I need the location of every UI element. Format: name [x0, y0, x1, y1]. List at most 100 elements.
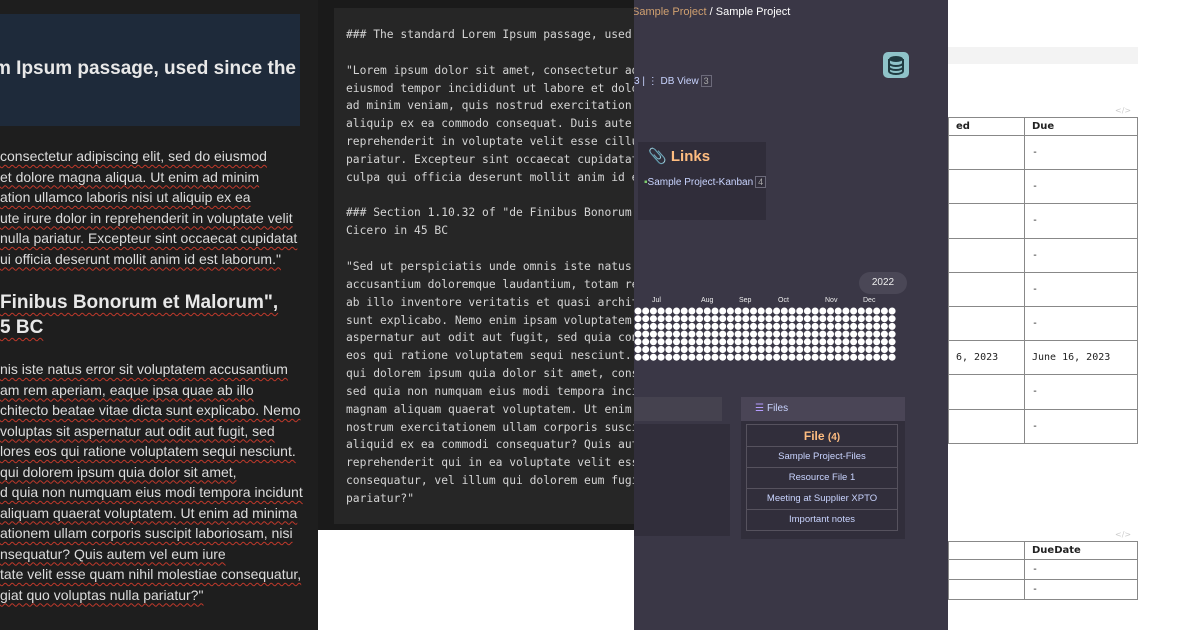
heatmap-day[interactable] [834, 307, 842, 315]
table-cell[interactable] [948, 169, 1025, 205]
files-header[interactable]: ☰ Files [741, 397, 905, 421]
code-icon[interactable]: </> [1115, 106, 1131, 115]
table-cell[interactable]: - [1024, 203, 1138, 239]
heatmap-day[interactable] [703, 353, 711, 361]
heatmap-day[interactable] [873, 330, 881, 338]
heatmap-day[interactable] [649, 307, 657, 315]
heatmap-day[interactable] [880, 315, 888, 323]
heatmap-day[interactable] [657, 338, 665, 346]
heatmap-day[interactable] [850, 338, 858, 346]
heatmap-day[interactable] [711, 330, 719, 338]
heatmap-day[interactable] [819, 346, 827, 353]
heatmap-day[interactable] [857, 346, 865, 353]
heatmap-day[interactable] [726, 315, 734, 323]
code-block[interactable]: ### The standard Lorem Ipsum passage, us… [334, 8, 634, 524]
heatmap-day[interactable] [719, 346, 727, 353]
file-row[interactable]: Resource File 1 [746, 468, 898, 489]
heatmap-day[interactable] [827, 346, 834, 353]
heatmap-day[interactable] [642, 307, 650, 315]
heatmap-day[interactable] [634, 346, 642, 353]
heatmap-day[interactable] [649, 322, 657, 330]
heatmap-day[interactable] [773, 338, 781, 346]
heatmap-day[interactable] [711, 338, 719, 346]
heatmap-day[interactable] [688, 346, 696, 353]
heatmap-day[interactable] [696, 346, 704, 353]
heatmap-day[interactable] [680, 353, 688, 361]
heatmap-day[interactable] [773, 346, 781, 353]
preview-paragraph-2[interactable]: nis iste natus error sit voluptatem accu… [0, 359, 303, 605]
heatmap-day[interactable] [665, 330, 673, 338]
heatmap-day[interactable] [742, 322, 750, 330]
heatmap-day[interactable] [827, 315, 834, 323]
heatmap-day[interactable] [773, 353, 781, 361]
heatmap-day[interactable] [811, 330, 819, 338]
table-cell[interactable] [948, 374, 1025, 410]
file-row[interactable]: Sample Project-Files [746, 447, 898, 468]
heatmap-day[interactable] [811, 307, 819, 315]
heatmap-day[interactable] [711, 322, 719, 330]
heatmap-day[interactable] [865, 315, 873, 323]
heatmap-day[interactable] [842, 307, 850, 315]
table-cell[interactable] [948, 305, 1025, 342]
column-header[interactable]: Due [1024, 117, 1138, 136]
heatmap-day[interactable] [857, 338, 865, 346]
heatmap-day[interactable] [696, 315, 704, 323]
heatmap-day[interactable] [734, 338, 742, 346]
heatmap-day[interactable] [850, 353, 858, 361]
heatmap-day[interactable] [888, 307, 896, 315]
heatmap-day[interactable] [673, 307, 680, 315]
heatmap-day[interactable] [842, 315, 850, 323]
heatmap-day[interactable] [688, 307, 696, 315]
heatmap-day[interactable] [726, 322, 734, 330]
heatmap-day[interactable] [726, 330, 734, 338]
heatmap-day[interactable] [711, 346, 719, 353]
table-cell[interactable] [948, 271, 1025, 307]
heatmap-day[interactable] [649, 315, 657, 323]
heatmap-day[interactable] [873, 322, 881, 330]
heatmap-day[interactable] [803, 353, 811, 361]
heatmap-day[interactable] [873, 315, 881, 323]
heatmap-day[interactable] [842, 346, 850, 353]
heatmap-day[interactable] [703, 322, 711, 330]
table-cell[interactable]: - [1024, 237, 1138, 273]
heatmap-day[interactable] [803, 330, 811, 338]
table-cell[interactable]: - [1024, 134, 1138, 171]
heatmap-day[interactable] [803, 346, 811, 353]
heatmap-day[interactable] [680, 346, 688, 353]
heatmap-day[interactable] [796, 353, 804, 361]
heatmap-day[interactable] [834, 346, 842, 353]
heatmap-day[interactable] [665, 353, 673, 361]
heatmap-day[interactable] [819, 353, 827, 361]
heatmap-day[interactable] [742, 330, 750, 338]
heatmap-day[interactable] [750, 330, 757, 338]
heatmap-day[interactable] [857, 322, 865, 330]
heatmap-day[interactable] [742, 307, 750, 315]
heatmap-day[interactable] [850, 307, 858, 315]
heatmap-day[interactable] [788, 330, 796, 338]
heatmap-day[interactable] [634, 353, 642, 361]
heatmap-day[interactable] [750, 353, 757, 361]
heatmap-day[interactable] [757, 330, 765, 338]
heatmap-day[interactable] [880, 338, 888, 346]
preview-paragraph-1[interactable]: consectetur adipiscing elit, sed do eius… [0, 146, 297, 269]
heatmap-day[interactable] [734, 315, 742, 323]
heatmap-day[interactable] [750, 338, 757, 346]
heatmap-day[interactable] [888, 315, 896, 323]
heatmap-day[interactable] [834, 330, 842, 338]
heatmap-day[interactable] [734, 307, 742, 315]
table-cell[interactable]: - [1024, 169, 1138, 205]
breadcrumb-parent[interactable]: Sample Project [634, 6, 707, 18]
heatmap-day[interactable] [834, 338, 842, 346]
heatmap-day[interactable] [765, 338, 773, 346]
heatmap-day[interactable] [788, 307, 796, 315]
heatmap-day[interactable] [665, 338, 673, 346]
heatmap-day[interactable] [726, 353, 734, 361]
heatmap-day[interactable] [634, 330, 642, 338]
heatmap-day[interactable] [657, 330, 665, 338]
heatmap-day[interactable] [665, 346, 673, 353]
heatmap-day[interactable] [757, 307, 765, 315]
heatmap-day[interactable] [696, 330, 704, 338]
heatmap-day[interactable] [634, 315, 642, 323]
heatmap-day[interactable] [827, 322, 834, 330]
heatmap-day[interactable] [865, 346, 873, 353]
